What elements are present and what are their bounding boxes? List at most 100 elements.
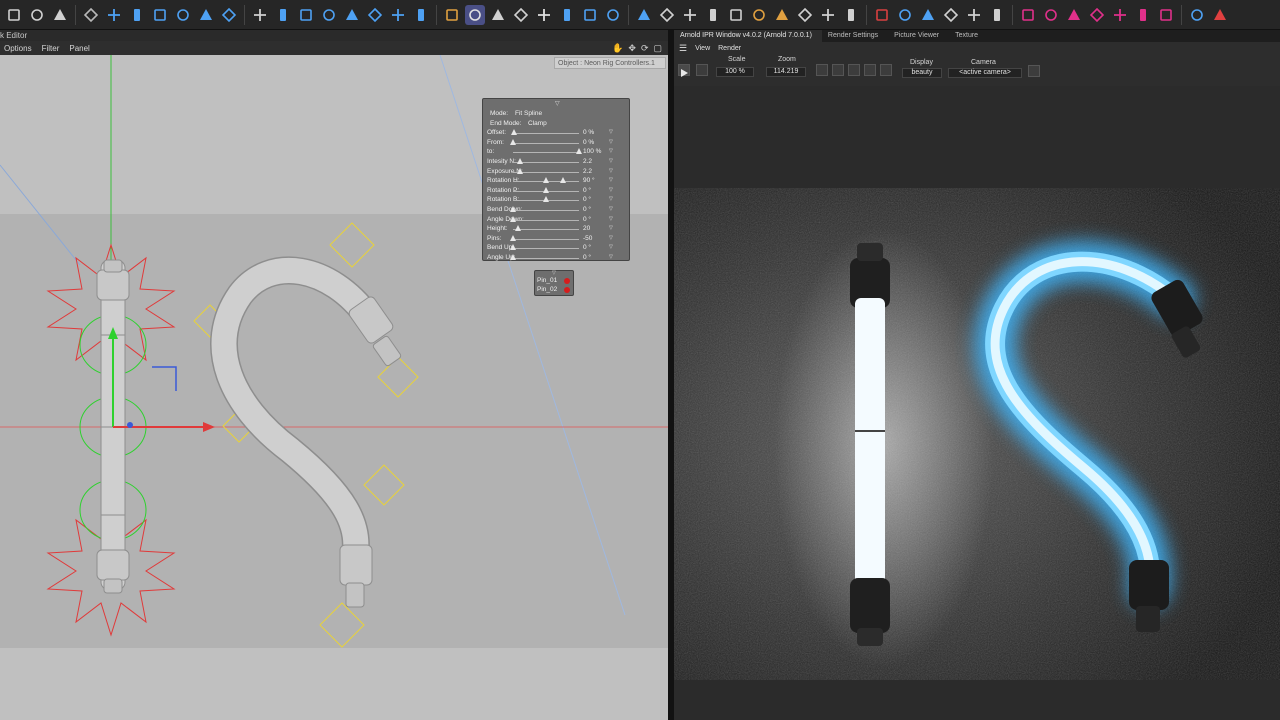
move-tool-button[interactable] [150, 5, 170, 25]
rig-slider-track[interactable] [513, 257, 579, 259]
rig-slider-handle[interactable] [511, 129, 518, 136]
rig-slider-handle[interactable] [576, 148, 582, 155]
rig-row-value[interactable]: Fit Spline [515, 109, 542, 119]
rig-slider-track[interactable] [513, 229, 579, 231]
trash-tool-button[interactable] [127, 5, 147, 25]
rig-row-value[interactable]: 2.2 [583, 157, 592, 167]
tab-render-settings[interactable]: Render Settings [822, 30, 888, 42]
render-view[interactable] [674, 188, 1280, 680]
dropdown-arrow-icon[interactable]: ▽ [609, 157, 613, 167]
scale-tool-button[interactable] [173, 5, 193, 25]
link-tool-button[interactable] [219, 5, 239, 25]
card-tool-button[interactable] [1041, 5, 1061, 25]
pin-panel-collapse-icon[interactable]: ▽ [552, 270, 556, 276]
rig-slider-handle[interactable] [510, 138, 516, 145]
rig-row-value[interactable]: 0 % [583, 128, 594, 138]
menu-view[interactable]: View [695, 45, 710, 52]
pin-02-indicator[interactable] [564, 287, 570, 293]
rig-row-value[interactable]: 0 ° [583, 243, 591, 253]
hamburger-icon[interactable]: ☰ [679, 43, 687, 54]
material-tool-button[interactable] [680, 5, 700, 25]
pin-01-indicator[interactable] [564, 278, 570, 284]
play-render-button[interactable] [678, 64, 690, 77]
rig-row-value[interactable]: 0 % [583, 138, 594, 148]
magnet-tool-button[interactable] [250, 5, 270, 25]
render-settings-tool-button[interactable] [50, 5, 70, 25]
rig-row-value[interactable]: Clamp [528, 119, 547, 129]
dropdown-arrow-icon[interactable]: ▽ [609, 253, 613, 263]
texture-tool-button[interactable] [726, 5, 746, 25]
arnold-red-tool-button[interactable] [872, 5, 892, 25]
rig-slider-track[interactable] [513, 209, 579, 211]
rig-slider-handle[interactable] [510, 244, 516, 251]
rig-slider-track[interactable] [513, 248, 579, 250]
dropdown-arrow-icon[interactable]: ▽ [609, 147, 613, 157]
rig-slider-handle[interactable] [510, 253, 516, 260]
rig-slider-track[interactable] [513, 133, 579, 135]
grid-tool-button[interactable] [365, 5, 385, 25]
dropdown-arrow-icon[interactable]: ▽ [609, 186, 613, 196]
emitter-tool-button[interactable] [795, 5, 815, 25]
tab-texture[interactable]: Texture [949, 30, 988, 42]
crosshair-button[interactable] [832, 64, 844, 76]
cylinder-tool-button[interactable] [772, 5, 792, 25]
pin-02-label[interactable]: Pin_02 [537, 286, 557, 293]
record-tool-button[interactable] [1210, 5, 1230, 25]
rig-row-value[interactable]: -50 [583, 234, 592, 244]
display-select[interactable]: beauty [902, 68, 942, 78]
rig-row-value[interactable]: 90 ° [583, 176, 595, 186]
scale-field[interactable]: 100 % [716, 67, 754, 77]
paint-brush-tool-button[interactable] [895, 5, 915, 25]
rig-row-value[interactable]: 0 ° [583, 205, 591, 215]
rig-slider-handle[interactable] [543, 177, 549, 184]
rig-row-value[interactable]: 20 [583, 224, 590, 234]
rig-slider-track[interactable] [513, 152, 579, 154]
drop-tool-button[interactable] [964, 5, 984, 25]
light-tool-button[interactable] [703, 5, 723, 25]
dropdown-arrow-icon[interactable]: ▽ [609, 205, 613, 215]
checker-tool-button[interactable] [749, 5, 769, 25]
snapshot-camera-icon[interactable] [1028, 65, 1040, 77]
dropdown-arrow-icon[interactable]: ▽ [609, 138, 613, 148]
rig-slider-handle[interactable] [517, 167, 524, 174]
half-circle-tool-button[interactable] [1018, 5, 1038, 25]
dropdown-arrow-icon[interactable]: ▽ [609, 224, 613, 234]
dropdown-arrow-icon[interactable]: ▽ [609, 215, 613, 225]
import-tool-button[interactable] [27, 5, 47, 25]
sculpt-tool-button[interactable] [603, 5, 623, 25]
shader-ball-tool-button[interactable] [657, 5, 677, 25]
play-tool-button[interactable] [1187, 5, 1207, 25]
rig-row-value[interactable]: 2.2 [583, 167, 592, 177]
rig-slider-handle[interactable] [515, 225, 522, 232]
workplane-tool-button[interactable] [488, 5, 508, 25]
deform-tool-button[interactable] [388, 5, 408, 25]
rig-slider-handle[interactable] [510, 215, 516, 222]
rig-slider-handle[interactable] [510, 205, 516, 212]
dropdown-arrow-icon[interactable]: ▽ [609, 243, 613, 253]
rig-row-value[interactable]: 0 ° [583, 253, 591, 263]
tab-picture-viewer[interactable]: Picture Viewer [888, 30, 949, 42]
dropdown-arrow-icon[interactable]: ▽ [609, 167, 613, 177]
menu-options[interactable]: Options [4, 44, 32, 53]
pyramid-tool-button[interactable] [987, 5, 1007, 25]
sphere-tool-button[interactable] [634, 5, 654, 25]
crop-tool-button[interactable] [534, 5, 554, 25]
rig-slider-track[interactable] [513, 142, 579, 144]
pen-tool-button[interactable] [918, 5, 938, 25]
curved-tube-model[interactable] [210, 256, 402, 608]
menu-panel[interactable]: Panel [69, 44, 89, 53]
rotate-view-icon[interactable]: ⟳ [641, 43, 649, 54]
rig-slider-handle[interactable] [543, 186, 549, 193]
rig-row-value[interactable]: 0 ° [583, 186, 591, 196]
undo-tool-button[interactable] [4, 5, 24, 25]
brush-button[interactable] [880, 64, 892, 76]
brush-tool-button[interactable] [442, 5, 462, 25]
eraser-tool-button[interactable] [580, 5, 600, 25]
region-button[interactable] [816, 64, 828, 76]
pill-tool-button[interactable] [1110, 5, 1130, 25]
dropdown-arrow-icon[interactable]: ▽ [609, 176, 613, 186]
pin-01-label[interactable]: Pin_01 [537, 277, 557, 284]
bowtie-tool-button[interactable] [1064, 5, 1084, 25]
split-circle-tool-button[interactable] [1087, 5, 1107, 25]
sky-tool-button[interactable] [818, 5, 838, 25]
